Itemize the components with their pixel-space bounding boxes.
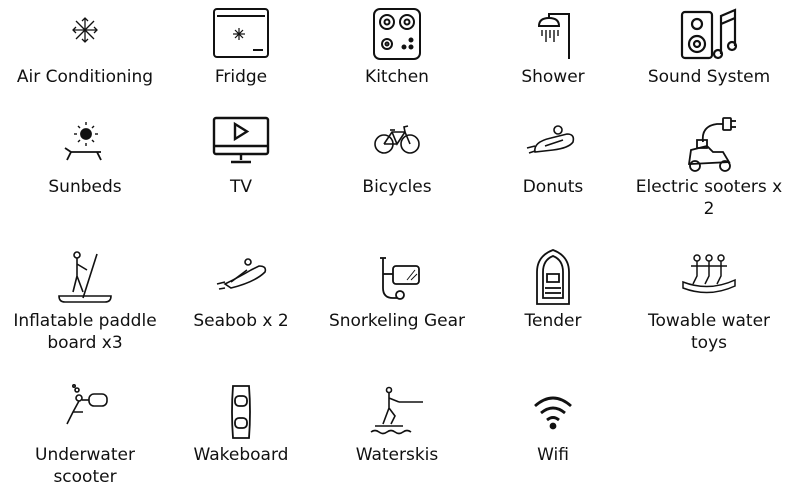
amenity-label: Air Conditioning	[16, 67, 154, 87]
underwater-scooter-icon	[55, 382, 115, 442]
electric-scooter-icon	[679, 114, 739, 174]
towable-toys-icon	[679, 248, 739, 308]
cooktop-icon	[367, 4, 427, 64]
amenity-label: Shower	[521, 67, 585, 87]
amenity-label: Electric sooters x 2	[635, 177, 783, 219]
donut-tube-icon	[523, 114, 583, 174]
bicycle-icon	[367, 114, 427, 174]
tender-boat-icon	[523, 248, 583, 308]
amenity-fridge: Fridge	[162, 4, 320, 88]
amenity-snorkeling-gear: Snorkeling Gear	[318, 248, 476, 332]
amenity-donuts: Donuts	[474, 114, 632, 198]
speaker-music-icon	[679, 4, 739, 64]
amenity-label: Seabob x 2	[193, 311, 289, 331]
amenity-label: Bicycles	[362, 177, 432, 197]
seabob-icon	[211, 248, 271, 308]
amenity-wifi: Wifi	[474, 382, 632, 466]
paddle-board-icon	[55, 248, 115, 308]
amenity-underwater-scooter: Underwater scooter	[6, 382, 164, 488]
amenity-label: Wakeboard	[193, 445, 289, 465]
amenity-kitchen: Kitchen	[318, 4, 476, 88]
wakeboard-icon	[211, 382, 271, 442]
shower-icon	[523, 4, 583, 64]
amenity-label: Donuts	[522, 177, 584, 197]
amenity-towable-toys: Towable water toys	[630, 248, 788, 354]
amenity-tender: Tender	[474, 248, 632, 332]
amenity-label: Fridge	[214, 67, 268, 87]
amenity-sound-system: Sound System	[630, 4, 788, 88]
amenity-label: TV	[229, 177, 252, 197]
amenity-wakeboard: Wakeboard	[162, 382, 320, 466]
amenity-tv: TV	[162, 114, 320, 198]
amenity-air-conditioning: Air Conditioning	[6, 4, 164, 88]
amenity-sunbeds: Sunbeds	[6, 114, 164, 198]
amenity-electric-scooters: Electric sooters x 2	[630, 114, 788, 220]
amenity-shower: Shower	[474, 4, 632, 88]
amenity-label: Underwater scooter	[35, 445, 135, 487]
waterski-icon	[367, 382, 427, 442]
amenity-label: Wifi	[537, 445, 569, 465]
sunbed-icon	[55, 114, 115, 174]
amenity-label: Waterskis	[355, 445, 439, 465]
snowflake-icon	[55, 4, 115, 64]
fridge-icon	[211, 4, 271, 64]
tv-icon	[211, 114, 271, 174]
amenity-label: Kitchen	[365, 67, 429, 87]
snorkel-mask-icon	[367, 248, 427, 308]
amenity-label: Towable water toys	[647, 311, 771, 353]
amenity-label: Tender	[524, 311, 582, 331]
amenity-seabob: Seabob x 2	[162, 248, 320, 332]
amenity-waterskis: Waterskis	[318, 382, 476, 466]
amenity-bicycles: Bicycles	[318, 114, 476, 198]
wifi-icon	[523, 382, 583, 442]
amenity-label: Sunbeds	[48, 177, 122, 197]
amenity-label: Sound System	[647, 67, 771, 87]
amenities-grid: Air Conditioning Fridge Kitchen Shower S…	[0, 0, 796, 495]
amenity-label: Snorkeling Gear	[328, 311, 466, 331]
amenity-paddle-board: Inflatable paddle board x3	[6, 248, 164, 354]
amenity-label: Inflatable paddle board x3	[13, 311, 157, 353]
